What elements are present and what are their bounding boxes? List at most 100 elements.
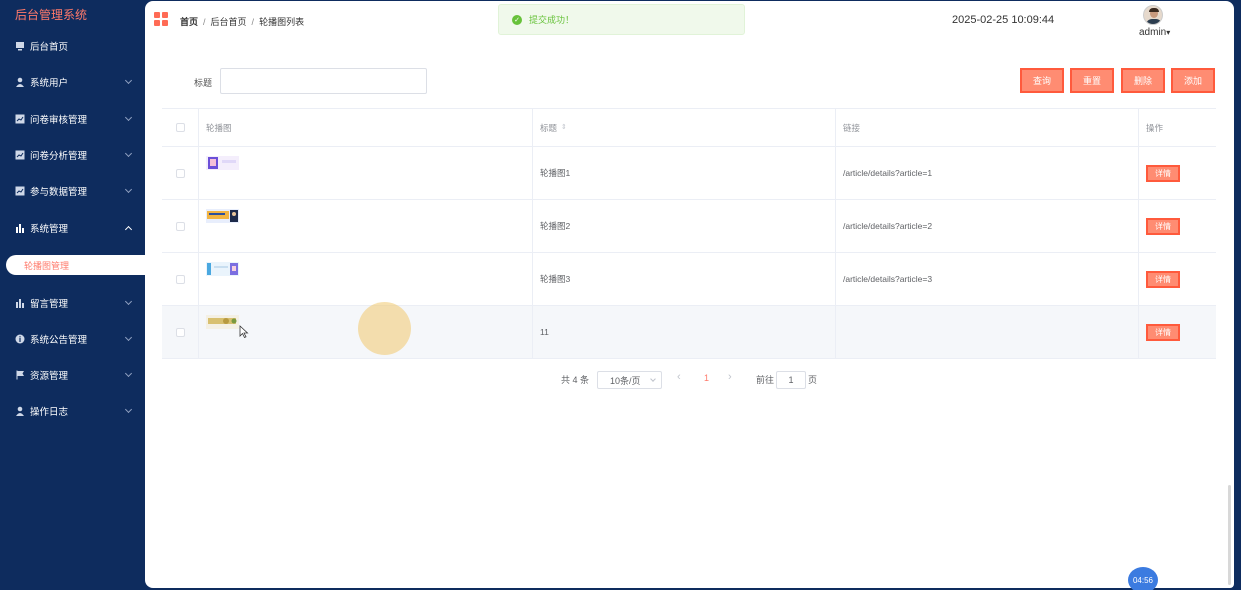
chevron-down-icon <box>124 185 133 194</box>
sidebar: 后台管理系统 后台首页 系统用户 问卷审核管理 问卷分析管理 参与数据管理 系统… <box>0 0 151 590</box>
sidebar-subitem-carousel[interactable]: 轮播图管理 <box>6 255 151 275</box>
carousel-thumbnail[interactable] <box>206 315 239 329</box>
breadcrumb-dashboard[interactable]: 后台首页 <box>211 17 247 27</box>
table-row: 轮播图3 /article/details?article=3 详情 <box>162 253 1216 306</box>
sidebar-item-label: 问卷审核管理 <box>30 115 88 126</box>
row-title: 11 <box>533 306 836 358</box>
row-title: 轮播图2 <box>533 200 836 252</box>
detail-button[interactable]: 详情 <box>1146 217 1180 235</box>
row-checkbox[interactable] <box>175 327 185 337</box>
table-row: 轮播图2 /article/details?article=2 详情 <box>162 200 1216 253</box>
row-link: /article/details?article=1 <box>836 147 1139 199</box>
mouse-cursor-icon <box>239 325 249 339</box>
table-row: 轮播图1 /article/details?article=1 详情 <box>162 147 1216 200</box>
carousel-thumbnail[interactable] <box>206 262 239 276</box>
sidebar-item-label: 操作日志 <box>30 407 69 418</box>
detail-button[interactable]: 详情 <box>1146 323 1180 341</box>
chevron-down-icon <box>124 76 133 85</box>
cursor-highlight <box>358 302 411 355</box>
sidebar-item-survey-review[interactable]: 问卷审核管理 <box>0 104 145 134</box>
sidebar-item-operation-log[interactable]: 操作日志 <box>0 396 145 426</box>
title-search-input[interactable] <box>220 68 427 94</box>
flag-icon <box>15 370 25 380</box>
header-title[interactable]: 标题 ⇕ <box>533 109 836 146</box>
chevron-down-icon <box>650 376 656 382</box>
sidebar-item-survey-analysis[interactable]: 问卷分析管理 <box>0 140 145 170</box>
menu-grid-icon[interactable] <box>154 12 168 26</box>
table-header: 轮播图 标题 ⇕ 链接 操作 <box>162 108 1216 147</box>
timer-badge: 04:56 <box>1128 567 1158 590</box>
sidebar-item-participation-data[interactable]: 参与数据管理 <box>0 176 145 206</box>
goto-page-input[interactable]: 1 <box>776 371 806 389</box>
search-label: 标题 <box>194 78 213 88</box>
chevron-down-icon <box>124 405 133 414</box>
sidebar-item-system-users[interactable]: 系统用户 <box>0 67 145 97</box>
vertical-scrollbar[interactable] <box>1228 485 1231 585</box>
check-circle-icon: ✓ <box>512 14 522 25</box>
breadcrumb-separator: / <box>203 17 206 27</box>
toast-message: 提交成功！ <box>529 15 575 25</box>
main-panel: 首页 / 后台首页 / 轮播图列表 ✓ 提交成功！ 2025-02-25 10:09:4… <box>145 1 1234 588</box>
bar-chart-icon <box>15 298 25 308</box>
pagination-total: 共 4 条 <box>561 375 590 385</box>
sidebar-item-dashboard[interactable]: 后台首页 <box>0 31 145 61</box>
sidebar-item-label: 参与数据管理 <box>30 187 88 198</box>
chevron-down-icon <box>124 113 133 122</box>
breadcrumb-home[interactable]: 首页 <box>180 17 198 27</box>
row-checkbox[interactable] <box>175 274 185 284</box>
sidebar-item-label: 资源管理 <box>30 371 69 382</box>
table-row: 11 详情 <box>162 306 1216 359</box>
add-button[interactable]: 添加 <box>1171 68 1215 93</box>
user-icon <box>15 77 25 87</box>
header-actions: 操作 <box>1146 122 1164 133</box>
carousel-thumbnail[interactable] <box>206 209 239 223</box>
sidebar-item-announcements[interactable]: 系统公告管理 <box>0 324 145 354</box>
chart-box-icon <box>15 114 25 124</box>
username: admin <box>1139 27 1167 38</box>
chevron-down-icon <box>124 149 133 158</box>
bar-chart-icon <box>15 223 25 233</box>
monitor-icon <box>15 41 25 51</box>
sidebar-item-label: 系统公告管理 <box>30 335 88 346</box>
sidebar-item-messages[interactable]: 留言管理 <box>0 288 145 318</box>
detail-button[interactable]: 详情 <box>1146 164 1180 182</box>
chart-box-icon <box>15 150 25 160</box>
sidebar-item-resources[interactable]: 资源管理 <box>0 360 145 390</box>
current-datetime: 2025-02-25 10:09:44 <box>952 14 1055 26</box>
sidebar-item-label: 后台首页 <box>30 42 69 53</box>
carousel-thumbnail[interactable] <box>206 156 239 170</box>
row-title: 轮播图3 <box>533 253 836 305</box>
avatar[interactable] <box>1143 5 1163 25</box>
next-page-button[interactable]: › <box>728 371 732 383</box>
header-image: 轮播图 <box>199 109 533 146</box>
detail-button[interactable]: 详情 <box>1146 270 1180 288</box>
row-checkbox[interactable] <box>175 221 185 231</box>
row-checkbox[interactable] <box>175 168 185 178</box>
prev-page-button[interactable]: ‹ <box>677 371 681 383</box>
delete-button[interactable]: 删除 <box>1121 68 1165 93</box>
app-title: 后台管理系统 <box>15 8 88 22</box>
page-number-current[interactable]: 1 <box>704 373 709 383</box>
sidebar-item-system-management[interactable]: 系统管理 <box>0 213 145 243</box>
breadcrumb-separator: / <box>251 17 255 27</box>
reset-button[interactable]: 重置 <box>1070 68 1114 93</box>
row-link <box>836 306 1139 358</box>
success-toast: ✓ 提交成功！ <box>498 4 745 35</box>
user-icon <box>15 406 25 416</box>
row-link: /article/details?article=3 <box>836 253 1139 305</box>
chevron-down-icon <box>124 369 133 378</box>
goto-label: 前往 <box>756 375 775 385</box>
breadcrumb-current: 轮播图列表 <box>259 17 305 27</box>
select-all-checkbox[interactable] <box>175 123 185 132</box>
user-menu[interactable]: admin▾ <box>1139 27 1170 38</box>
sidebar-item-label: 留言管理 <box>30 299 69 310</box>
page-size-select[interactable]: 10条/页 <box>597 371 662 389</box>
query-button[interactable]: 查询 <box>1020 68 1064 93</box>
chevron-up-icon <box>124 225 133 234</box>
sort-icon[interactable]: ⇕ <box>561 124 567 131</box>
header-link: 链接 <box>836 109 1139 146</box>
row-link: /article/details?article=2 <box>836 200 1139 252</box>
chart-box-icon <box>15 186 25 196</box>
chevron-down-icon <box>124 297 133 306</box>
caret-down-icon: ▾ <box>1166 28 1171 37</box>
